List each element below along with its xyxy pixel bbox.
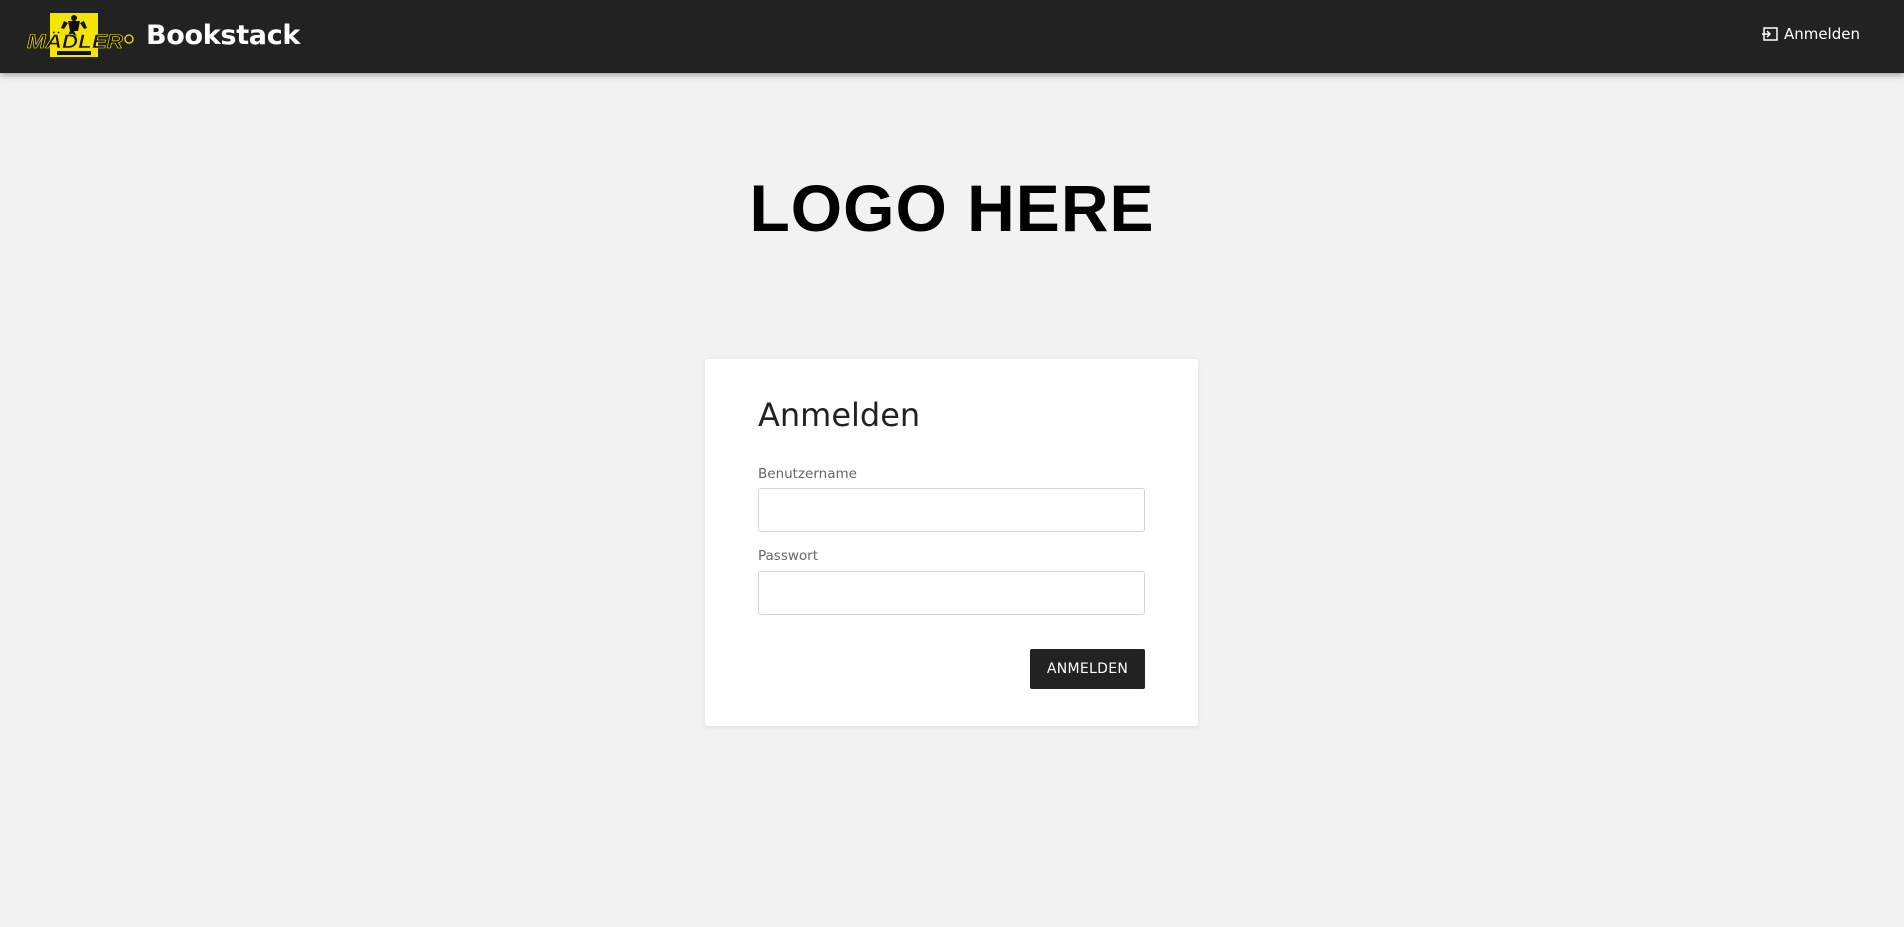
login-card: Anmelden Benutzername Passwort ANMELDEN [705, 359, 1198, 726]
top-header: MÄDLER Bookstack Anmelden [0, 0, 1904, 73]
username-input[interactable] [758, 488, 1145, 532]
username-label: Benutzername [758, 466, 857, 482]
login-icon [1761, 27, 1778, 41]
password-label: Passwort [758, 548, 819, 564]
header-login-link[interactable]: Anmelden [1761, 25, 1860, 43]
password-input[interactable] [758, 571, 1145, 615]
brand-home-link[interactable]: MÄDLER Bookstack [26, 11, 300, 59]
site-logo-placeholder: LOGO HERE [749, 171, 1155, 245]
madler-logo: MÄDLER [27, 13, 134, 57]
login-submit-button[interactable]: ANMELDEN [1030, 649, 1145, 689]
header-login-label: Anmelden [1783, 25, 1860, 43]
login-title: Anmelden [758, 396, 921, 434]
app-name: Bookstack [146, 19, 301, 51]
svg-text:MÄDLER: MÄDLER [27, 32, 123, 53]
